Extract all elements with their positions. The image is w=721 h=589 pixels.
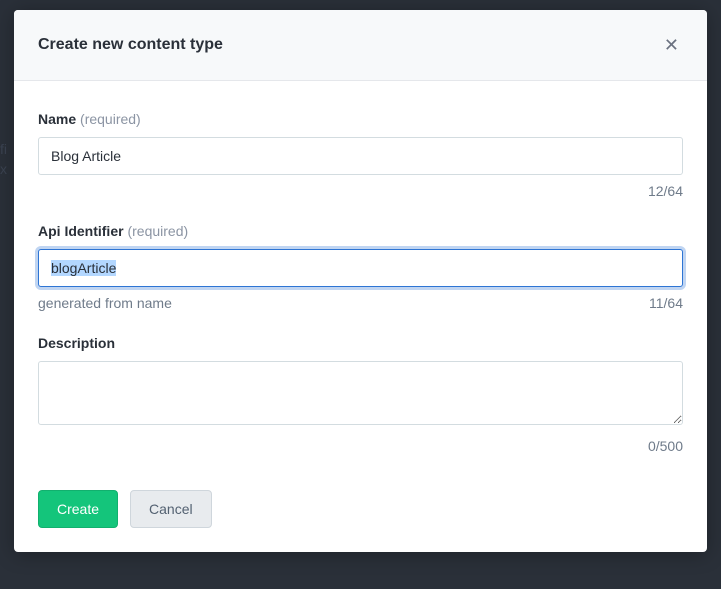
close-icon: ✕: [664, 35, 679, 55]
name-helper-row: 12/64: [38, 183, 683, 199]
modal-footer: Create Cancel: [38, 478, 683, 528]
name-label: Name (required): [38, 111, 683, 127]
description-textarea[interactable]: [38, 361, 683, 425]
api-identifier-value: blogArticle: [51, 260, 116, 276]
description-helper-row: 0/500: [38, 438, 683, 454]
close-button[interactable]: ✕: [660, 32, 683, 58]
cancel-button[interactable]: Cancel: [130, 490, 212, 528]
api-identifier-label: Api Identifier (required): [38, 223, 683, 239]
modal-header: Create new content type ✕: [14, 10, 707, 81]
api-identifier-counter: 11/64: [649, 295, 683, 311]
description-counter: 0/500: [648, 438, 683, 454]
name-label-text: Name: [38, 111, 76, 127]
description-field-group: Description 0/500: [38, 335, 683, 454]
name-counter: 12/64: [648, 183, 683, 199]
backdrop-line-2: x: [0, 160, 7, 180]
name-field-group: Name (required) 12/64: [38, 111, 683, 199]
api-identifier-input[interactable]: blogArticle: [38, 249, 683, 287]
description-label: Description: [38, 335, 683, 351]
api-identifier-label-text: Api Identifier: [38, 223, 124, 239]
modal-title: Create new content type: [38, 36, 223, 54]
modal-body: Name (required) 12/64 Api Identifier (re…: [14, 81, 707, 552]
backdrop-line-1: fi: [0, 140, 7, 160]
name-input[interactable]: [38, 137, 683, 175]
api-identifier-helper-row: generated from name 11/64: [38, 295, 683, 311]
description-label-text: Description: [38, 335, 115, 351]
create-button[interactable]: Create: [38, 490, 118, 528]
api-identifier-helper-text: generated from name: [38, 295, 172, 311]
api-identifier-field-group: Api Identifier (required) blogArticle ge…: [38, 223, 683, 311]
name-required-text: (required): [80, 111, 141, 127]
backdrop-text: fi x: [0, 140, 7, 179]
create-content-type-modal: Create new content type ✕ Name (required…: [14, 10, 707, 552]
api-identifier-required-text: (required): [127, 223, 188, 239]
